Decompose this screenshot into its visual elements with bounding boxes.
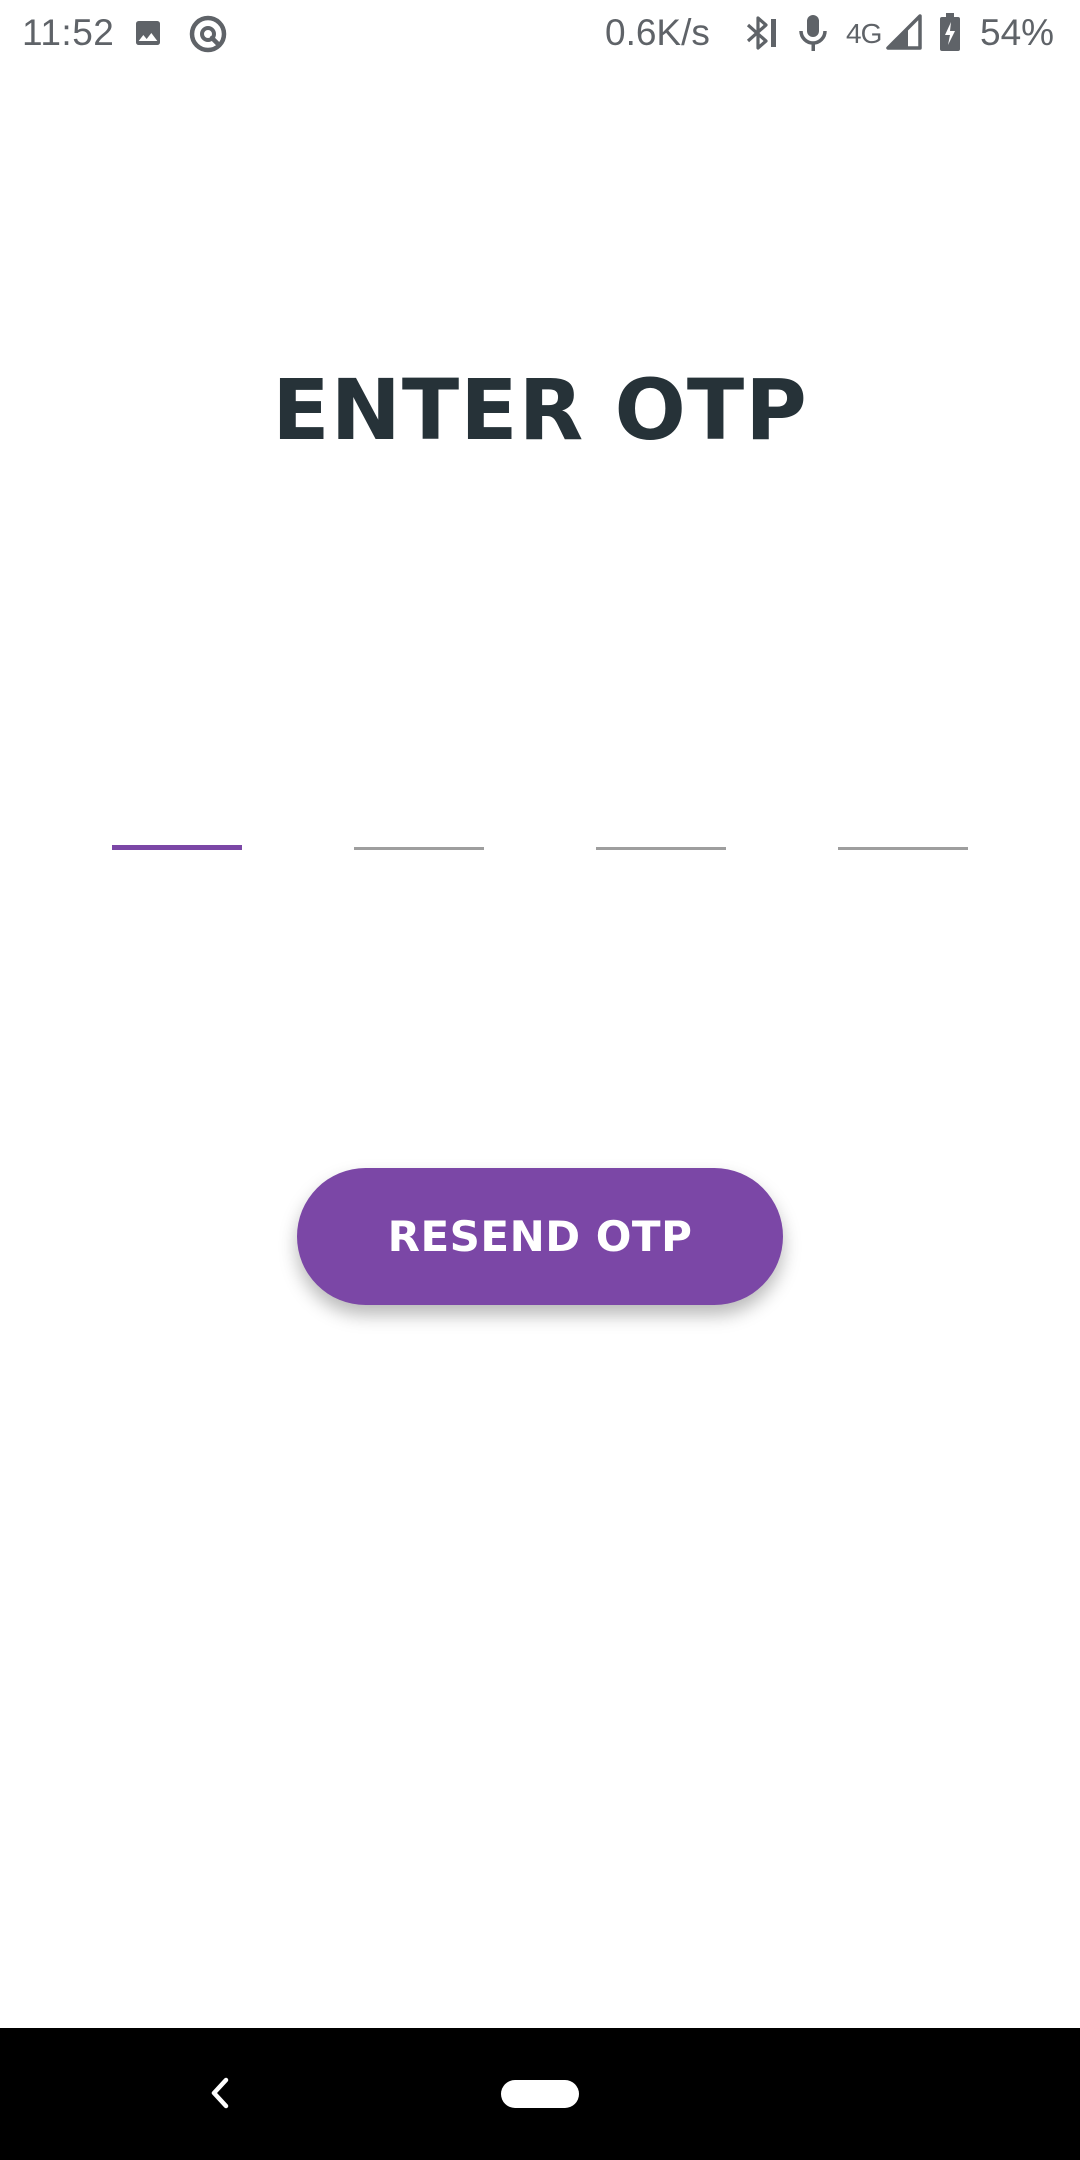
status-bar: 11:52 0.6K/s 4G 54%: [0, 0, 1080, 66]
otp-input-row: [0, 780, 1080, 850]
status-time: 11:52: [22, 12, 115, 53]
otp-digit-2[interactable]: [354, 780, 484, 850]
battery-percent: 54%: [980, 12, 1055, 53]
sync-at-icon: [189, 15, 227, 53]
battery-charging-icon: [940, 13, 960, 51]
otp-digit-3[interactable]: [596, 780, 726, 850]
back-icon[interactable]: [196, 2068, 246, 2118]
signal-icon: [886, 14, 922, 50]
network-speed: 0.6K/s: [605, 12, 710, 53]
home-pill-icon[interactable]: [501, 2080, 579, 2108]
otp-digit-4[interactable]: [838, 780, 968, 850]
image-icon: [136, 21, 160, 45]
bluetooth-icon: [746, 16, 776, 50]
network-type: 4G: [846, 18, 882, 49]
navigation-bar: [0, 2028, 1080, 2160]
otp-digit-1[interactable]: [112, 780, 242, 850]
resend-otp-button[interactable]: RESEND OTP: [297, 1168, 783, 1305]
microphone-icon: [799, 15, 827, 51]
page-title: ENTER OTP: [272, 361, 808, 459]
